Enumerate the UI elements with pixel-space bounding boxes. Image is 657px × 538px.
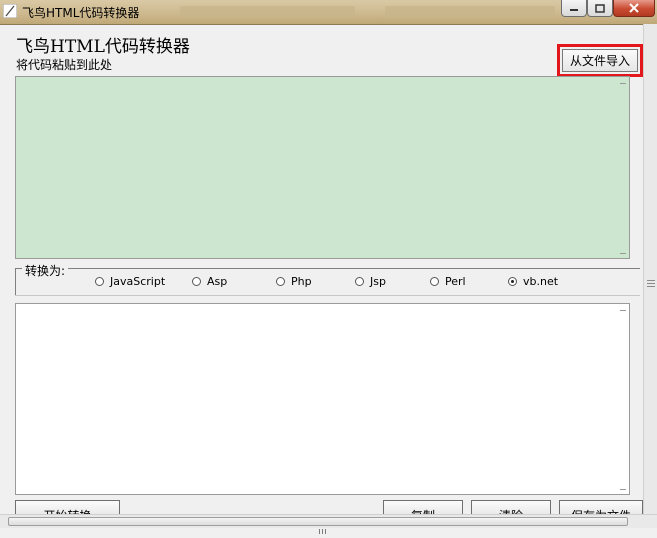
convert-to-label: 转换为: bbox=[22, 262, 69, 279]
radio-label: Asp bbox=[207, 275, 228, 288]
minimize-button[interactable] bbox=[561, 0, 587, 17]
radio-asp[interactable]: Asp bbox=[192, 275, 227, 288]
vertical-scrollbar[interactable] bbox=[643, 24, 657, 514]
radio-label: JavaScript bbox=[110, 275, 166, 288]
code-output-area[interactable] bbox=[15, 303, 630, 495]
scroll-grip-icon bbox=[319, 519, 328, 534]
scroll-grip-icon bbox=[647, 280, 655, 288]
paste-hint-label: 将代码粘贴到此处 bbox=[16, 58, 113, 72]
horizontal-scrollbar[interactable] bbox=[0, 514, 657, 534]
scroll-marker bbox=[620, 310, 626, 311]
radio-label: Jsp bbox=[370, 275, 386, 288]
group-border bbox=[15, 295, 640, 296]
blurred-tab bbox=[180, 6, 355, 18]
group-border bbox=[15, 268, 16, 296]
radio-circle-icon bbox=[192, 277, 201, 286]
close-button[interactable] bbox=[613, 0, 655, 17]
radio-vbnet[interactable]: vb.net bbox=[508, 275, 558, 288]
radio-circle-icon bbox=[95, 277, 104, 286]
radio-circle-icon bbox=[276, 277, 285, 286]
maximize-icon bbox=[595, 3, 605, 13]
maximize-button[interactable] bbox=[587, 0, 613, 17]
code-input-area[interactable] bbox=[15, 76, 630, 259]
scroll-marker bbox=[620, 83, 626, 84]
app-title: 飞鸟HTML代码转换器 bbox=[16, 37, 190, 57]
window-title: 飞鸟HTML代码转换器 bbox=[22, 6, 140, 20]
radio-label: vb.net bbox=[523, 275, 559, 288]
scroll-marker bbox=[620, 253, 626, 254]
close-icon bbox=[629, 3, 639, 13]
radio-label: Php bbox=[291, 275, 312, 288]
window-titlebar: 飞鸟HTML代码转换器 bbox=[0, 0, 657, 25]
import-from-file-button[interactable]: 从文件导入 bbox=[562, 49, 638, 72]
radio-php[interactable]: Php bbox=[276, 275, 312, 288]
radio-label: Perl bbox=[445, 275, 466, 288]
app-icon bbox=[3, 4, 17, 18]
radio-circle-icon bbox=[430, 277, 439, 286]
blurred-tab bbox=[385, 6, 555, 18]
group-border bbox=[15, 268, 640, 269]
radio-javascript[interactable]: JavaScript bbox=[95, 275, 165, 288]
horizontal-scroll-thumb[interactable] bbox=[8, 517, 628, 534]
radio-jsp[interactable]: Jsp bbox=[355, 275, 386, 288]
radio-selected-icon bbox=[508, 277, 517, 286]
radio-perl[interactable]: Perl bbox=[430, 275, 466, 288]
scroll-marker bbox=[620, 489, 626, 490]
minimize-icon bbox=[570, 9, 578, 11]
radio-circle-icon bbox=[355, 277, 364, 286]
